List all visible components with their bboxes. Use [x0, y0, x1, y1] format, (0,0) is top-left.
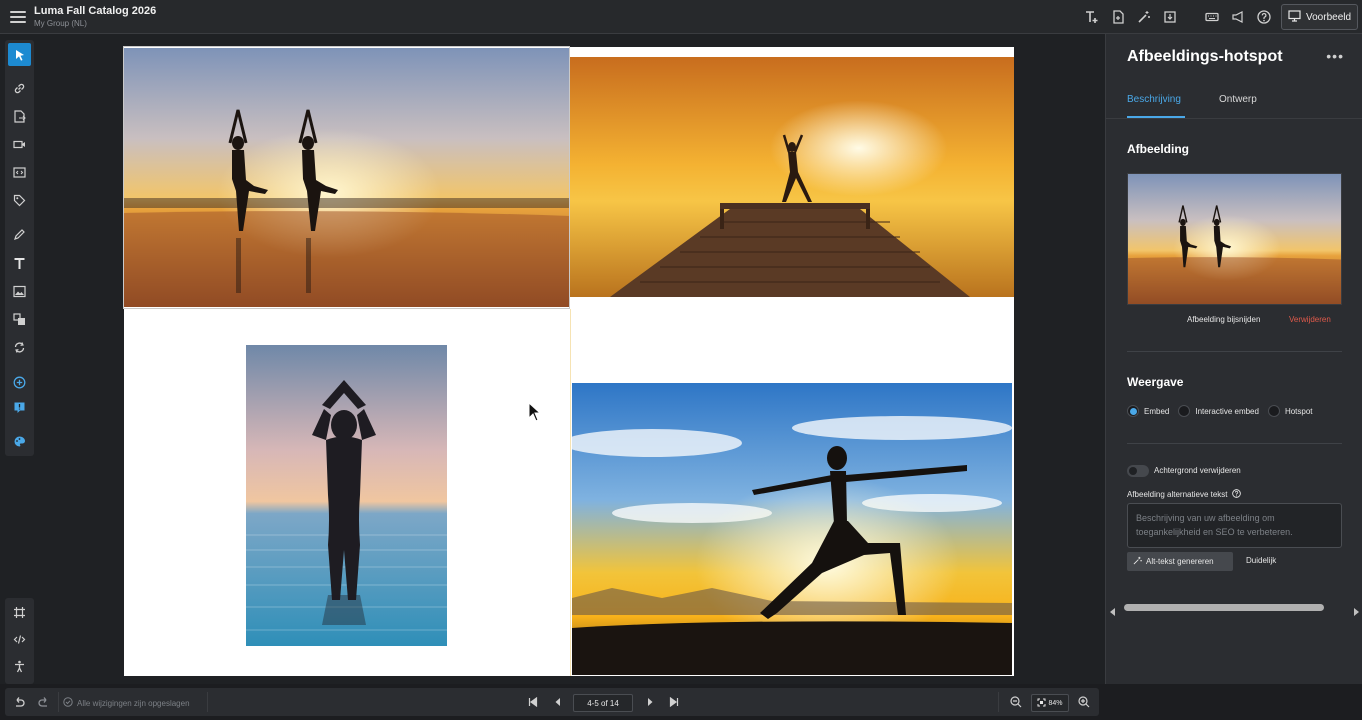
sparkle-icon: [1133, 556, 1142, 567]
clear-button[interactable]: Duidelijk: [1246, 556, 1276, 565]
image-section-title: Afbeelding: [1127, 142, 1189, 156]
bottom-toolbar: Alle wijzigingen zijn opgeslagen 4-5 of …: [5, 688, 1099, 716]
radio-embed-label: Embed: [1144, 406, 1170, 416]
code-icon[interactable]: [8, 628, 31, 651]
alt-text-input[interactable]: Beschrijving van uw afbeelding om toegan…: [1127, 503, 1342, 548]
fit-screen-icon: [1037, 698, 1046, 709]
image-thumbnail[interactable]: [1127, 173, 1342, 305]
save-status-text: Alle wijzigingen zijn opgeslagen: [77, 698, 190, 708]
accessibility-icon[interactable]: [8, 655, 31, 678]
left-bottom-toolbar: [5, 598, 34, 684]
menu-icon[interactable]: [10, 8, 26, 24]
crop-image-link[interactable]: Afbeelding bijsnijden: [1187, 315, 1260, 324]
scrollbar-thumb[interactable]: [1124, 604, 1324, 611]
tab-design[interactable]: Ontwerp: [1219, 94, 1257, 105]
zoom-level[interactable]: 84%: [1031, 694, 1069, 712]
first-page-icon[interactable]: [527, 696, 539, 708]
display-section-title: Weergave: [1127, 375, 1184, 389]
zoom-level-text: 84%: [1048, 699, 1063, 707]
display-mode-options: Embed Interactive embed Hotspot: [1127, 405, 1322, 417]
select-tool[interactable]: [8, 43, 31, 66]
image-tool-icon[interactable]: [8, 280, 31, 303]
document-group: My Group (NL): [34, 19, 87, 28]
palette-icon[interactable]: [8, 430, 31, 453]
text-add-icon[interactable]: [1084, 9, 1100, 25]
last-page-icon[interactable]: [668, 696, 680, 708]
radio-hotspot[interactable]: [1267, 405, 1280, 417]
horizontal-scrollbar[interactable]: [1106, 600, 1362, 616]
save-status: Alle wijzigingen zijn opgeslagen: [63, 697, 190, 709]
preview-button[interactable]: Voorbeeld: [1281, 4, 1358, 30]
check-circle-icon: [63, 697, 73, 709]
radio-interactive-embed[interactable]: [1178, 405, 1191, 417]
previous-page-icon[interactable]: [552, 696, 564, 708]
tab-description[interactable]: Beschrijving: [1127, 94, 1181, 105]
preview-label: Voorbeeld: [1306, 11, 1352, 23]
zoom-in-icon[interactable]: [1078, 696, 1090, 708]
toolbar-separator: [58, 692, 59, 712]
mouse-cursor-icon: [528, 401, 542, 427]
alt-text-label-text: Afbeelding alternatieve tekst: [1127, 490, 1228, 499]
scroll-right-icon[interactable]: [1353, 603, 1359, 621]
monitor-icon: [1288, 9, 1301, 25]
embed-html-icon[interactable]: [8, 161, 31, 184]
remove-image-link[interactable]: Verwijderen: [1289, 315, 1331, 324]
radio-interactive-embed-label: Interactive embed: [1195, 406, 1259, 416]
pen-icon[interactable]: [8, 223, 31, 246]
generate-alt-text-button[interactable]: Alt-tekst genereren: [1127, 552, 1233, 571]
panel-title: Afbeeldings-hotspot: [1127, 48, 1283, 65]
radio-embed[interactable]: [1127, 405, 1139, 417]
generate-alt-text-label: Alt-tekst genereren: [1146, 557, 1214, 566]
zoom-out-icon[interactable]: [1010, 696, 1022, 708]
remove-background-label: Achtergrond verwijderen: [1154, 466, 1241, 475]
text-tool-icon[interactable]: [8, 252, 31, 275]
document-title: Luma Fall Catalog 2026: [34, 5, 157, 17]
alignment-guide: [570, 309, 571, 676]
comment-icon[interactable]: [8, 396, 31, 419]
image-yoga-pier-sunset[interactable]: [570, 57, 1014, 297]
properties-panel: Afbeeldings-hotspot ••• Beschrijving Ont…: [1105, 34, 1362, 684]
remove-background-toggle[interactable]: [1127, 465, 1149, 477]
announcement-icon[interactable]: [1230, 9, 1246, 25]
help-icon[interactable]: [1256, 9, 1272, 25]
replace-icon[interactable]: [8, 336, 31, 359]
keyboard-icon[interactable]: [1204, 9, 1220, 25]
tab-divider: [1106, 118, 1362, 119]
magic-wand-icon[interactable]: [1136, 9, 1152, 25]
export-pdf-icon[interactable]: [1110, 9, 1126, 25]
scroll-left-icon[interactable]: [1110, 603, 1116, 621]
left-toolbar: [5, 40, 34, 456]
add-hotspot-icon[interactable]: [8, 371, 31, 394]
top-toolbar: [1084, 0, 1272, 34]
help-icon[interactable]: [1231, 489, 1241, 500]
more-options-button[interactable]: •••: [1326, 48, 1344, 64]
image-yoga-water-woman[interactable]: [246, 345, 447, 646]
toolbar-separator: [998, 692, 999, 712]
selection-frame: [123, 46, 570, 309]
alt-text-label: Afbeelding alternatieve tekst: [1127, 489, 1241, 500]
section-divider: [1127, 351, 1342, 352]
image-yoga-warrior-sunset[interactable]: [572, 383, 1012, 675]
tag-icon[interactable]: [8, 189, 31, 212]
page-export-icon[interactable]: [8, 105, 31, 128]
link-icon[interactable]: [8, 77, 31, 100]
shapes-icon[interactable]: [8, 308, 31, 331]
toolbar-separator: [207, 692, 208, 712]
video-icon[interactable]: [8, 133, 31, 156]
section-divider: [1127, 443, 1342, 444]
frame-icon[interactable]: [8, 601, 31, 624]
page-indicator[interactable]: 4-5 of 14: [573, 694, 633, 712]
redo-icon[interactable]: [38, 696, 50, 708]
next-page-icon[interactable]: [644, 696, 656, 708]
download-icon[interactable]: [1162, 9, 1178, 25]
bottom-bar: Alle wijzigingen zijn opgeslagen 4-5 of …: [0, 684, 1362, 720]
undo-icon[interactable]: [13, 696, 25, 708]
radio-hotspot-label: Hotspot: [1284, 406, 1313, 416]
top-bar: Luma Fall Catalog 2026 My Group (NL) Voo…: [0, 0, 1362, 34]
